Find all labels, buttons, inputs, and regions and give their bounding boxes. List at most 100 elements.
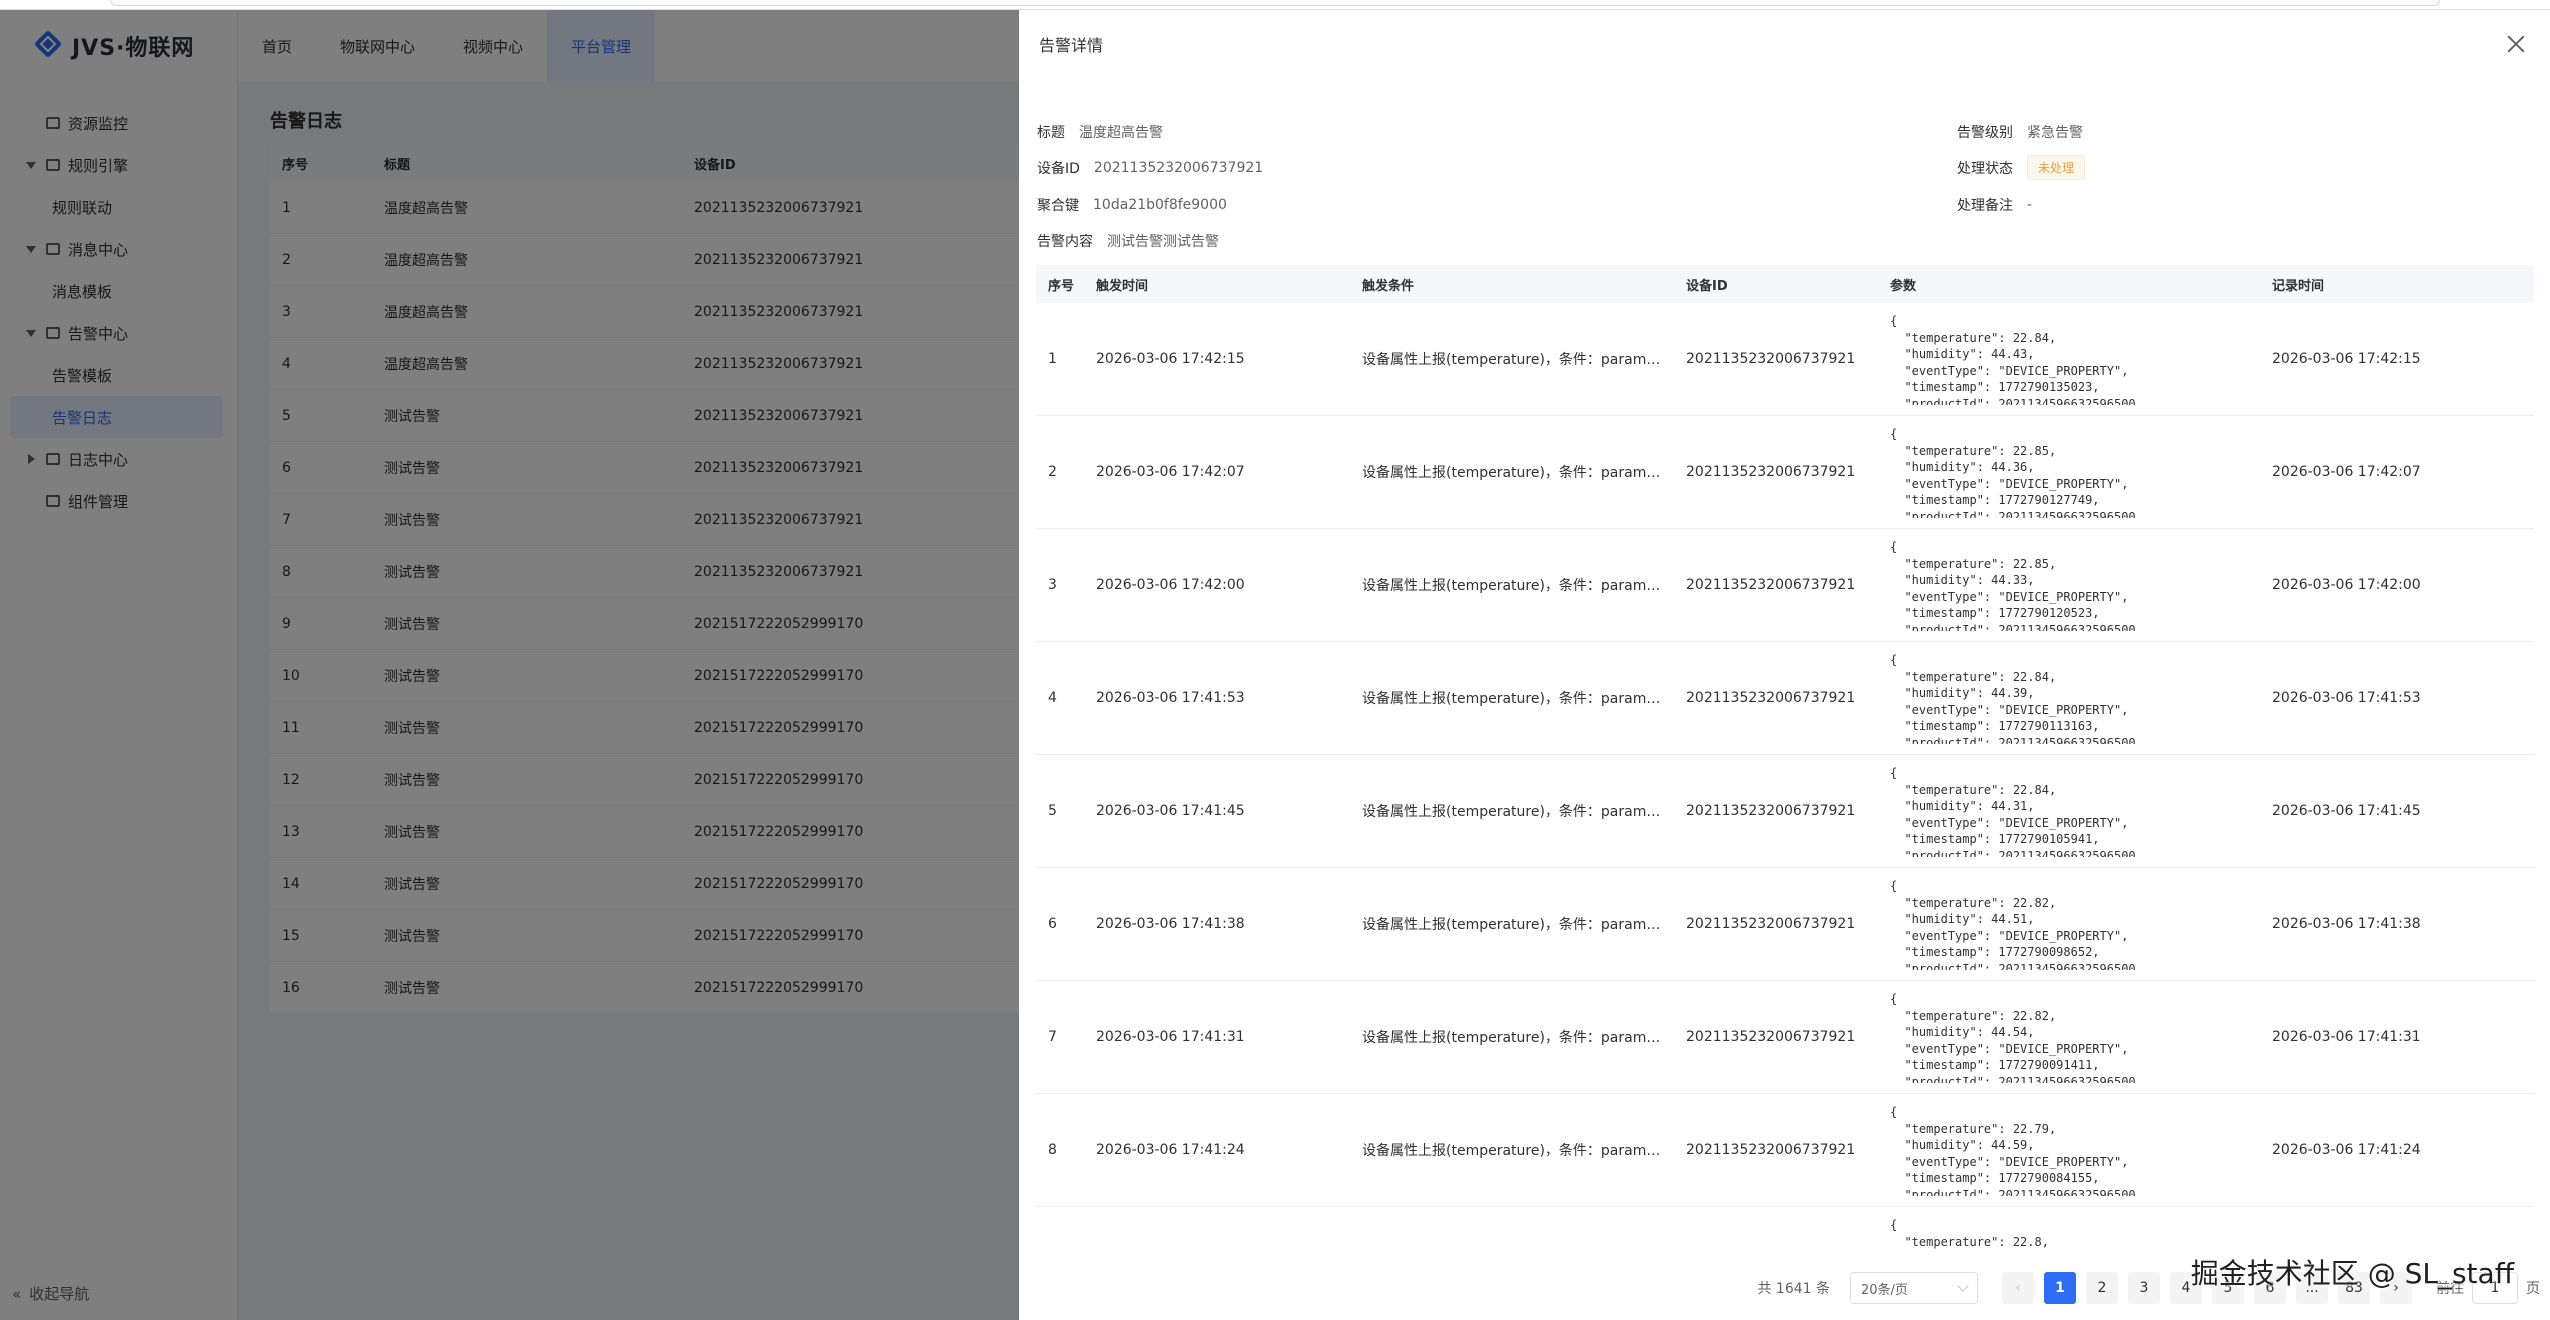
info-label: 告警内容 xyxy=(1037,234,1093,250)
cell-no: 1 xyxy=(1048,351,1057,367)
cell-trigger-time: 2026-03-06 17:41:38 xyxy=(1096,916,1245,932)
info-label: 告警级别 xyxy=(1957,125,2013,141)
cell-params: { "temperature": 22.84, "humidity": 44.3… xyxy=(1890,765,2272,857)
info-value: 温度超高告警 xyxy=(1079,125,1163,141)
cell-record-time: 2026-03-06 17:41:53 xyxy=(2272,690,2421,706)
page-button[interactable]: 3 xyxy=(2128,1272,2160,1304)
pagination-total: 共 1641 条 xyxy=(1757,1281,1830,1297)
cell-trigger-time: 2026-03-06 17:42:00 xyxy=(1096,577,1245,593)
info-title: 标题 温度超高告警 xyxy=(1037,122,1163,142)
cell-no: 5 xyxy=(1048,803,1057,819)
table-row[interactable]: 2 2026-03-06 17:42:07 设备属性上报(temperature)，… xyxy=(1036,416,2534,529)
browser-chrome xyxy=(0,0,2550,10)
cell-trigger-time: 2026-03-06 17:41:53 xyxy=(1096,690,1245,706)
params-json: { "temperature": 22.79, "humidity": 44.5… xyxy=(1890,1105,2136,1196)
prev-page-button[interactable]: ‹ xyxy=(2002,1272,2034,1304)
status-badge: 未处理 xyxy=(2027,155,2086,180)
cell-condition: 设备属性上报(temperature)，条件：params… xyxy=(1362,804,1668,820)
alarm-info: 标题 温度超高告警 设备ID 2021135232006737921 聚合键 1… xyxy=(1019,78,2550,250)
drawer-title: 告警详情 xyxy=(1039,36,1104,55)
params-json: { "temperature": 22.82, "humidity": 44.5… xyxy=(1890,992,2136,1083)
info-remark: 处理备注 - xyxy=(1957,195,2032,215)
page-size-select[interactable]: 20条/页 xyxy=(1850,1272,1978,1304)
cell-device: 2021135232006737921 xyxy=(1686,464,1856,480)
cell-record-time: 2026-03-06 17:42:15 xyxy=(2272,351,2421,367)
drawer-header: 告警详情 xyxy=(1019,10,2550,78)
goto-suffix: 页 xyxy=(2526,1281,2540,1297)
cell-record-time: 2026-03-06 17:41:45 xyxy=(2272,803,2421,819)
table-row[interactable]: 1 2026-03-06 17:42:15 设备属性上报(temperature)，… xyxy=(1036,303,2534,416)
browser-address-bar[interactable] xyxy=(110,0,2440,6)
table-body[interactable]: 1 2026-03-06 17:42:15 设备属性上报(temperature)，… xyxy=(1036,303,2534,1308)
info-content: 告警内容 测试告警测试告警 xyxy=(1037,231,1219,251)
table-row[interactable]: 8 2026-03-06 17:41:24 设备属性上报(temperature)，… xyxy=(1036,1094,2534,1207)
cell-trigger-time: 2026-03-06 17:41:45 xyxy=(1096,803,1245,819)
cell-record-time: 2026-03-06 17:41:31 xyxy=(2272,1029,2421,1045)
cell-no: 4 xyxy=(1048,690,1057,706)
cell-condition: 设备属性上报(temperature)，条件：params… xyxy=(1362,917,1668,933)
header-params: 参数 xyxy=(1890,278,1917,294)
info-level: 告警级别 紧急告警 xyxy=(1957,122,2083,142)
cell-device: 2021135232006737921 xyxy=(1686,1029,1856,1045)
cell-params: { "temperature": 22.82, "humidity": 44.5… xyxy=(1890,991,2272,1083)
header-device-id: 设备ID xyxy=(1686,278,1728,294)
header-no: 序号 xyxy=(1048,278,1075,294)
cell-device: 2021135232006737921 xyxy=(1686,690,1856,706)
cell-trigger-time: 2026-03-06 17:42:07 xyxy=(1096,464,1245,480)
page-button[interactable]: 2 xyxy=(2086,1272,2118,1304)
page-button[interactable]: 1 xyxy=(2044,1272,2076,1304)
cell-device: 2021135232006737921 xyxy=(1686,1142,1856,1158)
info-label: 聚合键 xyxy=(1037,198,1079,214)
params-json: { "temperature": 22.85, "humidity": 44.3… xyxy=(1890,427,2136,518)
cell-record-time: 2026-03-06 17:42:07 xyxy=(2272,464,2421,480)
cell-params: { "temperature": 22.85, "humidity": 44.3… xyxy=(1890,539,2272,631)
cell-device: 2021135232006737921 xyxy=(1686,916,1856,932)
cell-trigger-time: 2026-03-06 17:41:31 xyxy=(1096,1029,1245,1045)
cell-record-time: 2026-03-06 17:41:24 xyxy=(2272,1142,2421,1158)
alarm-detail-drawer: 告警详情 标题 温度超高告警 设备ID 2021135232006737921 … xyxy=(1019,10,2550,1320)
cell-condition: 设备属性上报(temperature)，条件：params… xyxy=(1362,352,1668,368)
cell-condition: 设备属性上报(temperature)，条件：params… xyxy=(1362,691,1668,707)
info-status: 处理状态 未处理 xyxy=(1957,155,2086,180)
cell-condition: 设备属性上报(temperature)，条件：params… xyxy=(1362,465,1668,481)
close-icon[interactable] xyxy=(2504,32,2528,56)
info-value: - xyxy=(2027,197,2033,213)
cell-condition: 设备属性上报(temperature)，条件：params… xyxy=(1362,578,1668,594)
info-value: 紧急告警 xyxy=(2027,125,2083,141)
cell-trigger-time: 2026-03-06 17:42:15 xyxy=(1096,351,1245,367)
cell-condition: 设备属性上报(temperature)，条件：params… xyxy=(1362,1030,1668,1046)
table-row[interactable]: 6 2026-03-06 17:41:38 设备属性上报(temperature)，… xyxy=(1036,868,2534,981)
trigger-record-table: 序号 触发时间 触发条件 设备ID 参数 记录时间 1 2026-03-06 17… xyxy=(1036,265,2534,1308)
table-row[interactable]: 3 2026-03-06 17:42:00 设备属性上报(temperature)，… xyxy=(1036,529,2534,642)
header-condition: 触发条件 xyxy=(1362,278,1415,294)
page-size-value: 20条/页 xyxy=(1861,1282,1908,1298)
cell-device: 2021135232006737921 xyxy=(1686,577,1856,593)
info-label: 处理状态 xyxy=(1957,160,2013,177)
cell-params: { "temperature": 22.85, "humidity": 44.3… xyxy=(1890,426,2272,518)
params-json: { "temperature": 22.84, "humidity": 44.4… xyxy=(1890,314,2136,405)
cell-record-time: 2026-03-06 17:42:00 xyxy=(2272,577,2421,593)
info-label: 处理备注 xyxy=(1957,198,2013,214)
table-row[interactable]: 5 2026-03-06 17:41:45 设备属性上报(temperature)，… xyxy=(1036,755,2534,868)
params-json: { "temperature": 22.84, "humidity": 44.3… xyxy=(1890,653,2136,744)
chevron-down-icon xyxy=(1957,1280,1969,1292)
info-value: 测试告警测试告警 xyxy=(1107,234,1219,250)
table-row[interactable]: 4 2026-03-06 17:41:53 设备属性上报(temperature)，… xyxy=(1036,642,2534,755)
info-label: 设备ID xyxy=(1037,161,1080,177)
cell-no: 6 xyxy=(1048,916,1057,932)
params-json: { "temperature": 22.84, "humidity": 44.3… xyxy=(1890,766,2136,857)
info-aggregation-key: 聚合键 10da21b0f8fe9000 xyxy=(1037,195,1227,215)
cell-device: 2021135232006737921 xyxy=(1686,351,1856,367)
watermark: 掘金技术社区 @ SL_staff xyxy=(2190,1257,2514,1290)
cell-no: 3 xyxy=(1048,577,1057,593)
header-trigger-time: 触发时间 xyxy=(1096,278,1149,294)
chevron-left-icon: ‹ xyxy=(2015,1280,2021,1296)
params-json: { "temperature": 22.85, "humidity": 44.3… xyxy=(1890,540,2136,631)
table-row[interactable]: 7 2026-03-06 17:41:31 设备属性上报(temperature)，… xyxy=(1036,981,2534,1094)
cell-params: { "temperature": 22.84, "humidity": 44.3… xyxy=(1890,652,2272,744)
info-value: 10da21b0f8fe9000 xyxy=(1093,197,1227,213)
info-device-id: 设备ID 2021135232006737921 xyxy=(1037,158,1263,178)
cell-trigger-time: 2026-03-06 17:41:24 xyxy=(1096,1142,1245,1158)
info-value: 2021135232006737921 xyxy=(1093,160,1264,176)
cell-no: 2 xyxy=(1048,464,1057,480)
